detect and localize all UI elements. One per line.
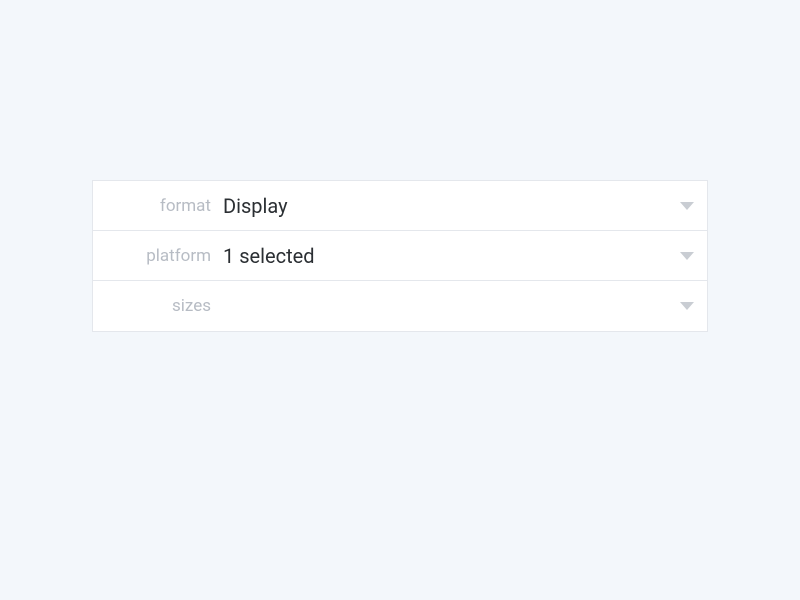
platform-value: 1 selected	[223, 244, 667, 268]
chevron-down-icon	[667, 302, 707, 310]
sizes-label: sizes	[93, 296, 223, 316]
format-label: format	[93, 196, 223, 216]
sizes-dropdown[interactable]: sizes	[93, 281, 707, 331]
chevron-down-icon	[667, 202, 707, 210]
platform-label: platform	[93, 246, 223, 266]
settings-panel: format Display platform 1 selected sizes	[92, 180, 708, 332]
platform-dropdown[interactable]: platform 1 selected	[93, 231, 707, 281]
format-dropdown[interactable]: format Display	[93, 181, 707, 231]
format-value: Display	[223, 194, 667, 218]
chevron-down-icon	[667, 252, 707, 260]
